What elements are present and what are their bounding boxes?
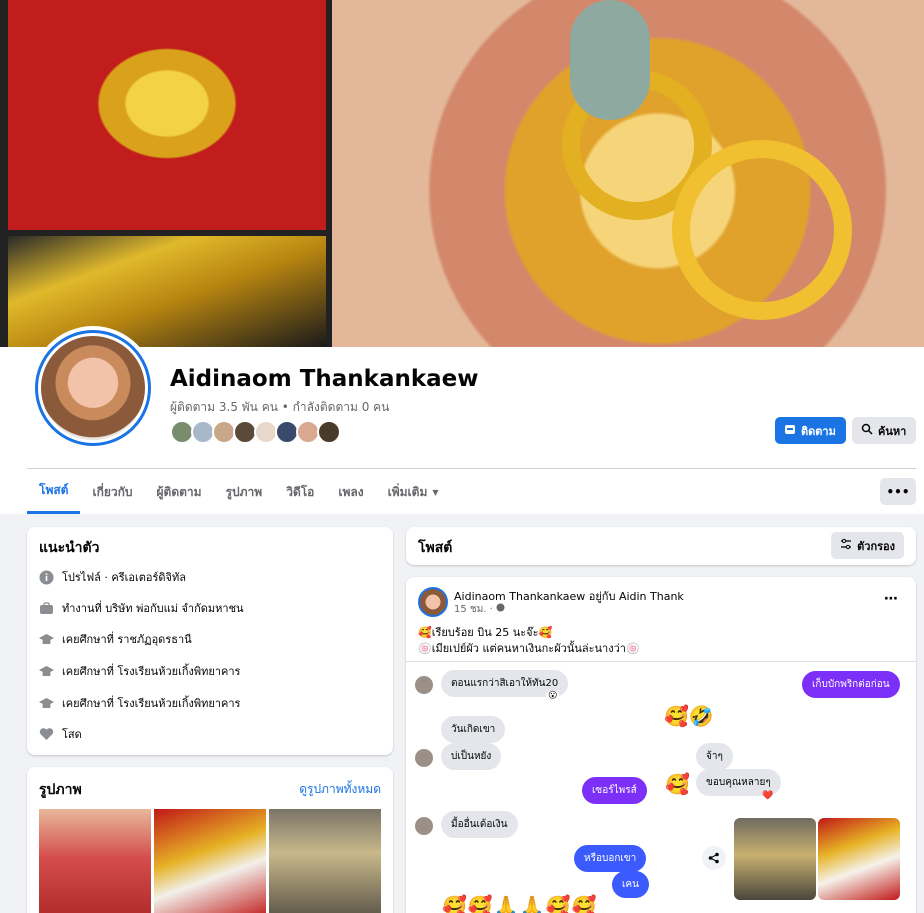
sliders-icon <box>840 538 852 553</box>
chat-avatar <box>415 676 433 694</box>
tab-followers[interactable]: ผู้ติดตาม <box>145 470 214 514</box>
heart-icon <box>39 727 54 742</box>
photo-thumbnail[interactable] <box>39 809 151 913</box>
chat-reaction: 😮 <box>546 691 560 701</box>
profile-tabs: โพสต์ เกี่ยวกับ ผู้ติดตาม รูปภาพ วิดีโอ … <box>27 470 451 514</box>
profile-avatar[interactable] <box>31 326 155 450</box>
chat-avatar <box>415 817 433 835</box>
intro-text: ทำงานที่ บริษัท พ่อกับแม่ จำกัดมหาชน <box>62 602 244 615</box>
profile-name: Aidinaom Thankankaew <box>170 366 479 392</box>
chat-bubble: เก็บบักพริกต่อก่อน <box>802 671 900 698</box>
chat-bubble: มื้ออื่นเด้อเงิน <box>441 811 518 838</box>
intro-title: แนะนำตัว <box>39 540 100 556</box>
follower-avatar[interactable] <box>317 420 341 444</box>
tab-music[interactable]: เพลง <box>326 470 375 514</box>
caret-down-icon: ▼ <box>432 487 439 497</box>
chat-image[interactable] <box>734 818 816 900</box>
filter-label: ตัวกรอง <box>857 539 895 553</box>
intro-text: เคยศึกษาที่ โรงเรียนห้วยเกิ้งพิทยาคาร <box>62 697 241 710</box>
globe-icon <box>496 603 505 615</box>
cover-photo[interactable] <box>0 0 924 347</box>
posts-header: โพสต์ ตัวกรอง <box>406 527 916 565</box>
intro-text: เคยศึกษาที่ ราชภัฏอุดรธานี <box>62 633 192 646</box>
chat-emoji-row: 🥰🥰🙏🙏🥰🥰 <box>442 894 598 913</box>
follow-icon <box>784 423 796 438</box>
intro-row: โสด <box>39 725 82 743</box>
profile-followers-line[interactable]: ผู้ติดตาม 3.5 พัน คน • กำลังติดตาม 0 คน <box>170 398 389 417</box>
search-icon <box>861 423 873 438</box>
chat-bubble: เคน <box>612 871 649 898</box>
post-author-avatar[interactable] <box>418 587 448 617</box>
posts-title: โพสต์ <box>418 540 453 556</box>
info-icon <box>39 570 54 585</box>
briefcase-icon <box>39 601 54 616</box>
follow-button[interactable]: ติดตาม <box>775 417 846 444</box>
tab-videos[interactable]: วิดีโอ <box>274 470 326 514</box>
post-options-icon[interactable]: ⋯ <box>884 591 898 607</box>
chat-reaction: ❤️ <box>762 791 774 801</box>
intro-text: โสด <box>62 728 82 741</box>
photo-thumbnail[interactable] <box>269 809 381 913</box>
tab-more[interactable]: เพิ่มเติม ▼ <box>376 470 451 514</box>
intro-row: เคยศึกษาที่ ราชภัฏอุดรธานี <box>39 630 192 648</box>
chat-emoji: 🥰 <box>665 772 690 796</box>
search-label: ค้นหา <box>878 424 907 438</box>
tab-photos[interactable]: รูปภาพ <box>214 470 275 514</box>
share-icon[interactable] <box>702 846 726 870</box>
intro-text: เคยศึกษาที่ โรงเรียนห้วยเกิ้งพิทยาคาร <box>62 665 241 678</box>
header-divider <box>27 468 916 469</box>
post-card: Aidinaom Thankankaew อยู่กับ Aidin Thank… <box>406 577 916 913</box>
chat-image[interactable] <box>818 818 900 900</box>
follow-label: ติดตาม <box>801 424 836 438</box>
photos-title: รูปภาพ <box>39 782 82 798</box>
intro-row: เคยศึกษาที่ โรงเรียนห้วยเกิ้งพิทยาคาร <box>39 662 240 680</box>
intro-card: แนะนำตัว โปรไฟล์ · ครีเอเตอร์ดิจิทัล ทำง… <box>27 527 393 755</box>
post-chat-screenshot[interactable]: ตอนแรกว่าสิเอาให้ทัน20 😮 เก็บบักพริกต่อก… <box>406 661 916 913</box>
profile-search-button[interactable]: ค้นหา <box>852 417 916 444</box>
photo-thumbnail[interactable] <box>154 809 266 913</box>
post-with-text[interactable]: อยู่กับ Aidin Thank <box>589 590 684 603</box>
tab-about[interactable]: เกี่ยวกับ <box>80 470 144 514</box>
cover-image-chain <box>8 236 326 347</box>
graduation-cap-icon <box>39 632 54 647</box>
more-options-button[interactable]: ••• <box>880 478 916 505</box>
post-timestamp[interactable]: 15 ชม. · <box>454 602 505 617</box>
photos-card: รูปภาพ ดูรูปภาพทั้งหมด <box>27 767 393 913</box>
post-time-text: 15 ชม. · <box>454 604 493 615</box>
graduation-cap-icon <box>39 664 54 679</box>
see-all-photos-link[interactable]: ดูรูปภาพทั้งหมด <box>299 780 381 799</box>
cover-image-ring <box>8 0 326 230</box>
tab-more-label: เพิ่มเติม <box>387 484 428 499</box>
filter-button[interactable]: ตัวกรอง <box>831 532 904 559</box>
intro-row: เคยศึกษาที่ โรงเรียนห้วยเกิ้งพิทยาคาร <box>39 694 240 712</box>
chat-emoji: 🥰🤣 <box>664 704 714 728</box>
chat-bubble: จ้าๆ <box>696 743 733 770</box>
tab-posts[interactable]: โพสต์ <box>27 470 81 514</box>
graduation-cap-icon <box>39 696 54 711</box>
chat-bubble: วันเกิดเขา <box>441 716 506 743</box>
intro-row: โปรไฟล์ · ครีเอเตอร์ดิจิทัล <box>39 568 186 586</box>
chat-avatar <box>415 749 433 767</box>
intro-text: โปรไฟล์ · ครีเอเตอร์ดิจิทัล <box>62 571 186 584</box>
chat-bubble: บ่เป็นหยัง <box>441 743 502 770</box>
intro-row: ทำงานที่ บริษัท พ่อกับแม่ จำกัดมหาชน <box>39 599 244 617</box>
follower-avatars[interactable] <box>170 420 341 444</box>
chat-bubble: เซอร์ไพรส์ <box>582 777 647 804</box>
cover-fingernail <box>570 0 650 120</box>
post-text-line: 🍥เมียเปย์ผัว แต่คนหาเงินกะผัวนั้นล่ะนางว… <box>418 642 640 655</box>
chat-bubble: หรือบอกเขา <box>574 845 647 872</box>
